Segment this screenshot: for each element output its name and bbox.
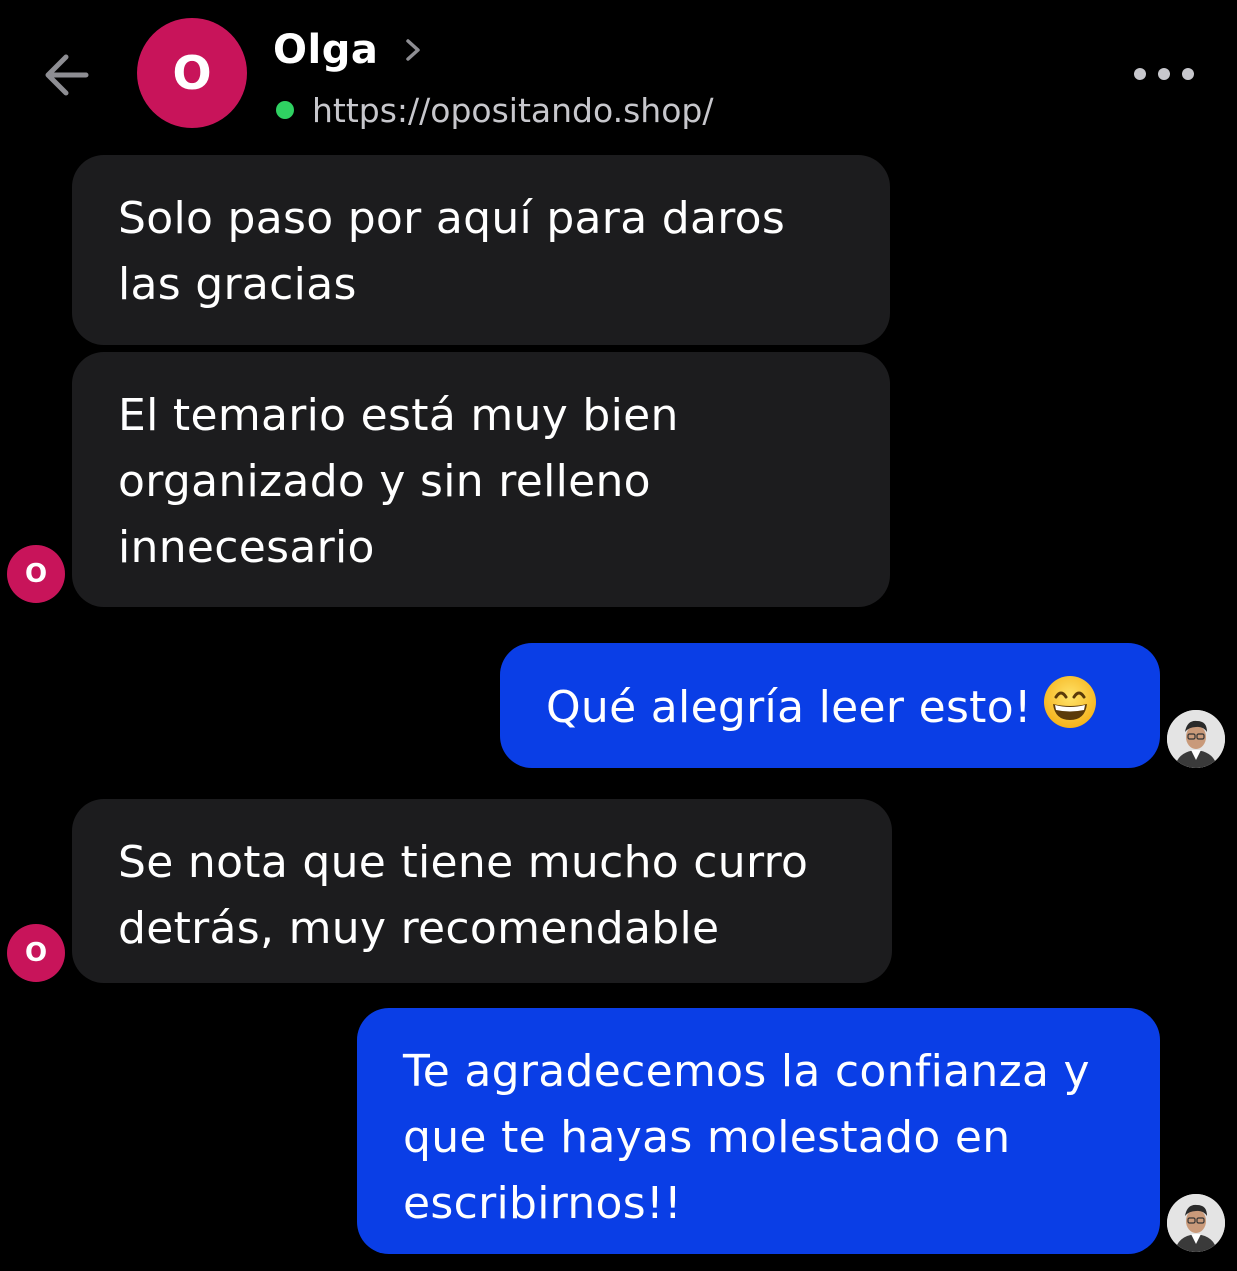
message-text-line: organizado y sin relleno [118,456,651,507]
contact-status: https://opositando.shop/ [276,86,713,134]
more-options-button[interactable] [1128,54,1200,94]
message-text-line: Te agradecemos la confianza y [403,1046,1090,1097]
sender-avatar[interactable]: O [7,545,65,603]
message-text-line: Solo paso por aquí para daros [118,193,786,244]
agent-avatar[interactable] [1167,1194,1225,1252]
sender-avatar-initial: O [24,559,48,589]
outgoing-message[interactable]: Te agradecemos la confianza y que te hay… [357,1008,1160,1254]
chevron-right-icon [402,36,424,64]
contact-name: Olga [273,27,379,73]
message-text-line: escribirnos!! [403,1178,682,1229]
incoming-message[interactable]: Solo paso por aquí para daros las gracia… [72,155,890,345]
outgoing-message[interactable]: Qué alegría leer esto! [500,643,1160,768]
message-text: Qué alegría leer esto! [546,682,1032,733]
contact-url: https://opositando.shop/ [312,90,714,130]
message-text-line: Se nota que tiene mucho curro [118,837,809,888]
arrow-left-icon [45,54,89,96]
contact-header[interactable]: Olga [273,22,424,78]
contact-avatar-initial: O [172,46,212,100]
incoming-message[interactable]: Se nota que tiene mucho curro detrás, mu… [72,799,892,983]
grinning-face-emoji-icon [1042,674,1098,730]
sender-avatar[interactable]: O [7,924,65,982]
more-horizontal-icon [1134,68,1194,80]
incoming-message[interactable]: El temario está muy bien organizado y si… [72,352,890,607]
message-text-line: innecesario [118,522,375,573]
back-button[interactable] [38,44,98,104]
sender-avatar-initial: O [24,938,48,968]
message-text-line: detrás, muy recomendable [118,903,720,954]
online-status-dot [276,101,294,119]
message-text-line: El temario está muy bien [118,390,679,441]
contact-avatar[interactable]: O [137,18,247,128]
message-text-line: Qué alegría leer esto! [546,674,1120,741]
message-text-line: que te hayas molestado en [403,1112,1011,1163]
agent-avatar[interactable] [1167,710,1225,768]
message-text-line: las gracias [118,259,357,310]
